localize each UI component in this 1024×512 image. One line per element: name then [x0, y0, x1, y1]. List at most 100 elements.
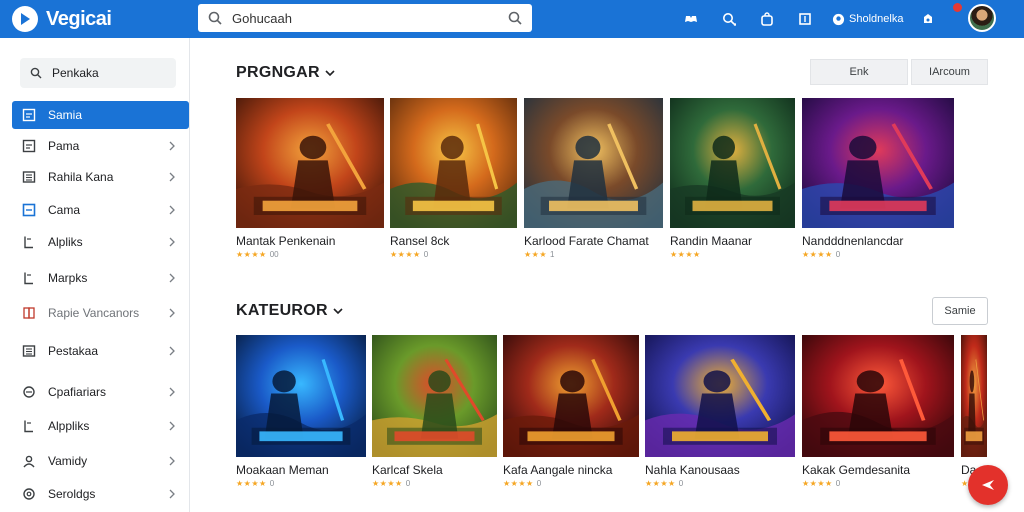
- rating-count: 00: [269, 250, 279, 259]
- sidebar-item-label: Marpks: [48, 271, 88, 285]
- game-thumbnail[interactable]: [802, 335, 954, 457]
- account-label: Sholdnelka: [849, 13, 904, 25]
- game-thumbnail[interactable]: [236, 98, 384, 228]
- sidebar-item-10[interactable]: Vamidy: [12, 447, 189, 475]
- sidebar-item-1[interactable]: Pama: [12, 132, 189, 160]
- star-rating: ★★★★ 0: [503, 479, 541, 488]
- game-title[interactable]: Ransel 8ck: [390, 234, 449, 248]
- grid-icon: [21, 169, 37, 185]
- rating-stars: ★★★★: [390, 250, 421, 259]
- sidebar-search[interactable]: Penkaka: [20, 58, 176, 88]
- sidebar-item-8[interactable]: Cpafiariars: [12, 378, 189, 406]
- search-input[interactable]: [232, 10, 508, 26]
- game-thumbnail[interactable]: [524, 98, 663, 228]
- game-title[interactable]: Moakaan Meman: [236, 463, 329, 477]
- rating-count: 0: [536, 479, 542, 488]
- chevron-right-icon: [169, 308, 175, 318]
- sidebar-item-9[interactable]: Alppliks: [12, 412, 189, 440]
- sidebar-item-6[interactable]: Rapie Vancanors: [12, 299, 189, 327]
- game-title[interactable]: Kafa Aangale nincka: [503, 463, 612, 477]
- top-bar: Vegicai Sholdnelka: [0, 0, 1024, 38]
- rating-count: 0: [678, 479, 684, 488]
- sidebar-item-label: Rahila Kana: [48, 170, 114, 184]
- sidebar-item-7[interactable]: Pestakaa: [12, 337, 189, 365]
- star-rating: ★★★★: [670, 250, 704, 259]
- search-action-button[interactable]: [718, 8, 740, 30]
- search-submit-icon[interactable]: [508, 11, 522, 25]
- chevron-right-icon: [169, 172, 175, 182]
- game-thumbnail[interactable]: [503, 335, 639, 457]
- sidebar-item-3[interactable]: Cama: [12, 196, 189, 224]
- chevron-right-icon: [169, 346, 175, 356]
- section1-button-2[interactable]: IArcoum: [911, 59, 988, 85]
- star-rating: ★★★★ 0: [236, 479, 274, 488]
- sidebar-item-5[interactable]: Marpks: [12, 264, 189, 292]
- game-thumbnail[interactable]: [372, 335, 497, 457]
- avatar[interactable]: [968, 4, 996, 32]
- chevron-right-icon: [169, 456, 175, 466]
- sidebar-search-label: Penkaka: [52, 66, 99, 80]
- section1-button-1[interactable]: Enk: [810, 59, 908, 85]
- sidebar-item-label: Cama: [48, 203, 81, 217]
- settings-icon: [21, 486, 37, 502]
- sidebar-item-11[interactable]: Seroldgs: [12, 480, 189, 508]
- sidebar-item-4[interactable]: Alpliks: [12, 228, 189, 256]
- notification-badge: [953, 3, 962, 12]
- chevron-down-icon: [325, 70, 335, 77]
- section2-see-more-button[interactable]: Samie: [932, 297, 988, 325]
- sidebar-item-0[interactable]: Samia: [12, 101, 189, 129]
- library-button[interactable]: [794, 8, 816, 30]
- checkbox-icon: [21, 202, 37, 218]
- game-thumbnail[interactable]: [670, 98, 795, 228]
- game-title[interactable]: Nandddnenlancdar: [802, 234, 903, 248]
- game-title[interactable]: Karlcaf Skela: [372, 463, 443, 477]
- grid-icon: [21, 343, 37, 359]
- rating-stars: ★★★★: [645, 479, 676, 488]
- search-icon: [208, 11, 222, 25]
- game-title[interactable]: Nahla Kanousaas: [645, 463, 740, 477]
- rating-count: 0: [269, 479, 275, 488]
- game-thumbnail[interactable]: [390, 98, 517, 228]
- store-button[interactable]: [756, 8, 778, 30]
- star-rating: ★★★★ 0: [802, 250, 840, 259]
- sidebar-item-label: Rapie Vancanors: [48, 306, 140, 320]
- game-title[interactable]: Karlood Farate Chamat: [524, 234, 649, 248]
- account-menu[interactable]: Sholdnelka: [832, 13, 903, 26]
- section-title-text: KATEUROR: [236, 302, 328, 319]
- rating-stars: ★★★★: [236, 250, 267, 259]
- chevron-right-icon: [169, 141, 175, 151]
- game-title[interactable]: Mantak Penkenain: [236, 234, 335, 248]
- list-icon: [21, 107, 37, 123]
- game-thumbnail[interactable]: [961, 335, 987, 457]
- sidebar-item-2[interactable]: Rahila Kana: [12, 163, 189, 191]
- game-title[interactable]: Kakak Gemdesanita: [802, 463, 910, 477]
- send-fab-button[interactable]: [968, 465, 1008, 505]
- rating-stars: ★★★★: [372, 479, 403, 488]
- sidebar-item-label: Seroldgs: [48, 487, 96, 501]
- chevron-right-icon: [169, 489, 175, 499]
- game-title[interactable]: Randin Maanar: [670, 234, 752, 248]
- rewards-icon: [924, 14, 933, 23]
- chevron-right-icon: [169, 273, 175, 283]
- rating-count: 1: [550, 250, 555, 259]
- section-title-kateuror[interactable]: KATEUROR: [236, 302, 343, 320]
- search-icon: [723, 13, 736, 26]
- rating-stars: ★★★★: [236, 479, 267, 488]
- user-icon: [21, 453, 37, 469]
- library-icon: [799, 13, 811, 25]
- rating-count: 0: [405, 479, 411, 488]
- chevron-right-icon: [169, 205, 175, 215]
- rating-stars: ★★★★: [802, 479, 833, 488]
- section-title-prgngar[interactable]: PRGNGAR: [236, 64, 335, 82]
- search-bar[interactable]: [198, 4, 532, 32]
- game-thumbnail[interactable]: [645, 335, 795, 457]
- sidebar-item-label: Pama: [48, 139, 80, 153]
- app-logo[interactable]: Vegicai: [12, 6, 112, 32]
- game-thumbnail[interactable]: [236, 335, 366, 457]
- book-icon: [21, 305, 37, 321]
- gamepad-button[interactable]: [680, 8, 702, 30]
- gamepad-icon: [685, 16, 697, 22]
- chevron-right-icon: [169, 237, 175, 247]
- rewards-button[interactable]: [917, 8, 939, 30]
- game-thumbnail[interactable]: [802, 98, 954, 228]
